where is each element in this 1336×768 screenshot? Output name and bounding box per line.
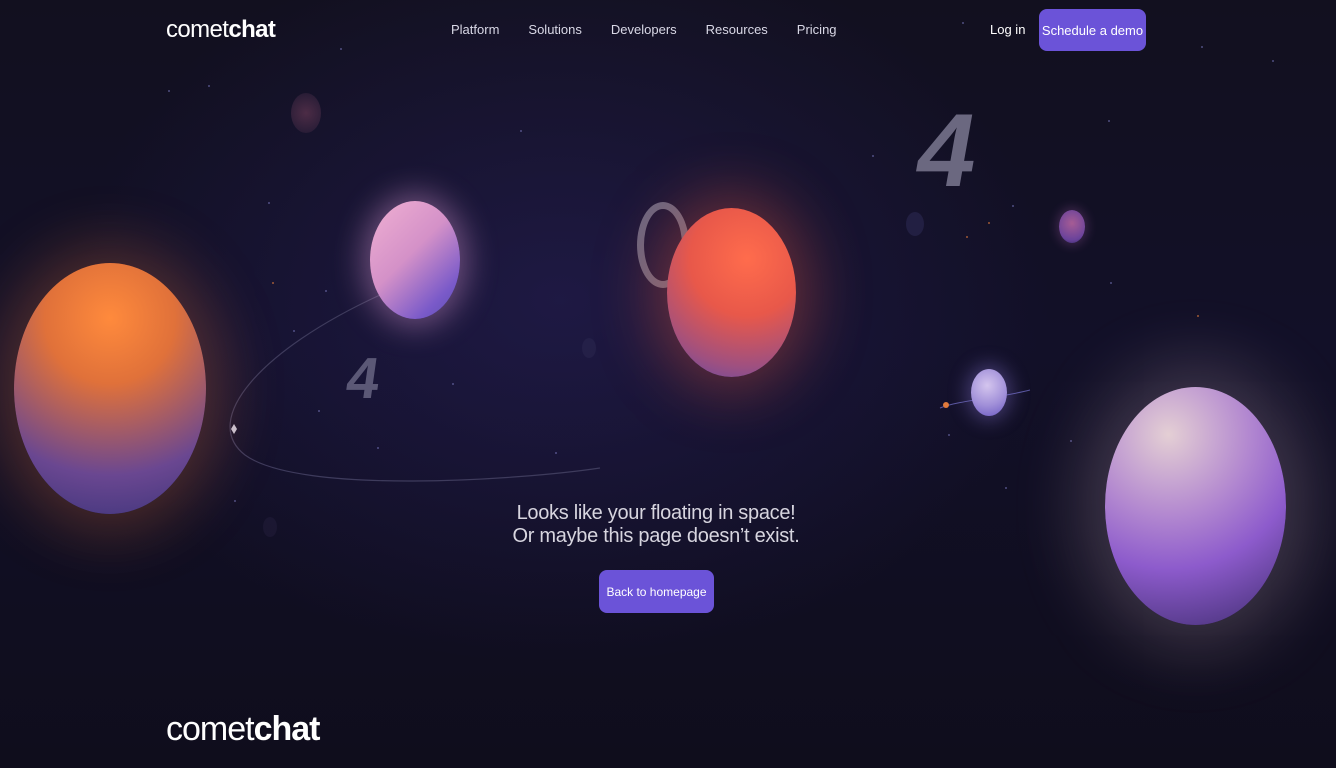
- error-line-1: Looks like your floating in space!: [516, 502, 796, 524]
- nav-platform[interactable]: Platform: [451, 22, 499, 37]
- planet-small-dim: [291, 93, 321, 133]
- footer-logo[interactable]: cometchat: [166, 710, 321, 749]
- nav-pricing[interactable]: Pricing: [797, 22, 837, 37]
- cometchat-logo[interactable]: cometchat: [166, 16, 276, 44]
- planet-tiny-dim: [263, 517, 277, 537]
- error-line-2: Or maybe this page doesn’t exist.: [512, 525, 800, 547]
- error-message: Looks like your floating in space! Or ma…: [456, 502, 856, 548]
- login-link[interactable]: Log in: [990, 22, 1025, 37]
- planet-tiny-dim: [582, 338, 596, 358]
- footer-logo-light-text: comet: [166, 710, 255, 748]
- site-header: cometchat Platform Solutions Developers …: [0, 0, 1336, 62]
- main-nav: Platform Solutions Developers Resources …: [451, 22, 837, 37]
- schedule-demo-button[interactable]: Schedule a demo: [1039, 9, 1146, 51]
- nav-resources[interactable]: Resources: [706, 22, 768, 37]
- back-to-homepage-button[interactable]: Back to homepage: [599, 570, 714, 613]
- logo-light-text: comet: [166, 16, 229, 43]
- planet-small-pink: [1059, 210, 1085, 243]
- planet-large-purple: [1105, 387, 1286, 625]
- footer-logo-bold-text: chat: [253, 710, 321, 748]
- planet-small-lavender: [971, 369, 1007, 416]
- planet-tiny-dim: [906, 212, 924, 236]
- nav-developers[interactable]: Developers: [611, 22, 677, 37]
- nav-solutions[interactable]: Solutions: [528, 22, 581, 37]
- planet-red: [667, 208, 796, 377]
- planet-large-orange: [14, 263, 206, 514]
- planet-pink: [370, 201, 460, 319]
- logo-bold-text: chat: [228, 16, 276, 43]
